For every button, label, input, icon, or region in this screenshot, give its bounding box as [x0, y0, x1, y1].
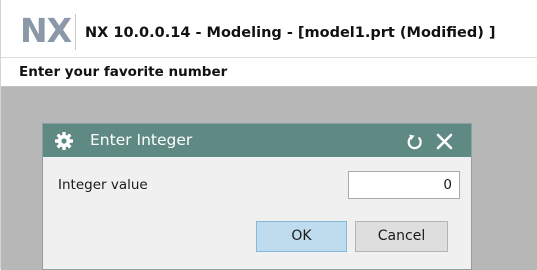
window-title: NX 10.0.0.14 - Modeling - [model1.prt (M…: [85, 25, 496, 41]
dialog-header[interactable]: Enter Integer: [43, 124, 471, 157]
reset-icon[interactable]: [406, 133, 424, 151]
enter-integer-dialog: Enter Integer Integer value OK Cancel: [42, 123, 472, 270]
cue-line-text: Enter your favorite number: [19, 64, 228, 80]
title-divider: [75, 14, 76, 50]
dialog-title: Enter Integer: [90, 131, 193, 149]
close-icon[interactable]: [435, 132, 454, 151]
integer-value-label: Integer value: [58, 177, 148, 193]
gear-icon: [55, 132, 73, 150]
nx-logo: NX: [20, 11, 72, 50]
integer-value-input[interactable]: [348, 171, 460, 199]
cancel-button[interactable]: Cancel: [355, 221, 448, 252]
title-bar: NX NX 10.0.0.14 - Modeling - [model1.prt…: [1, 0, 537, 57]
app-window: NX NX 10.0.0.14 - Modeling - [model1.prt…: [0, 0, 537, 270]
ok-button[interactable]: OK: [256, 221, 347, 252]
cue-line: Enter your favorite number: [1, 57, 537, 87]
